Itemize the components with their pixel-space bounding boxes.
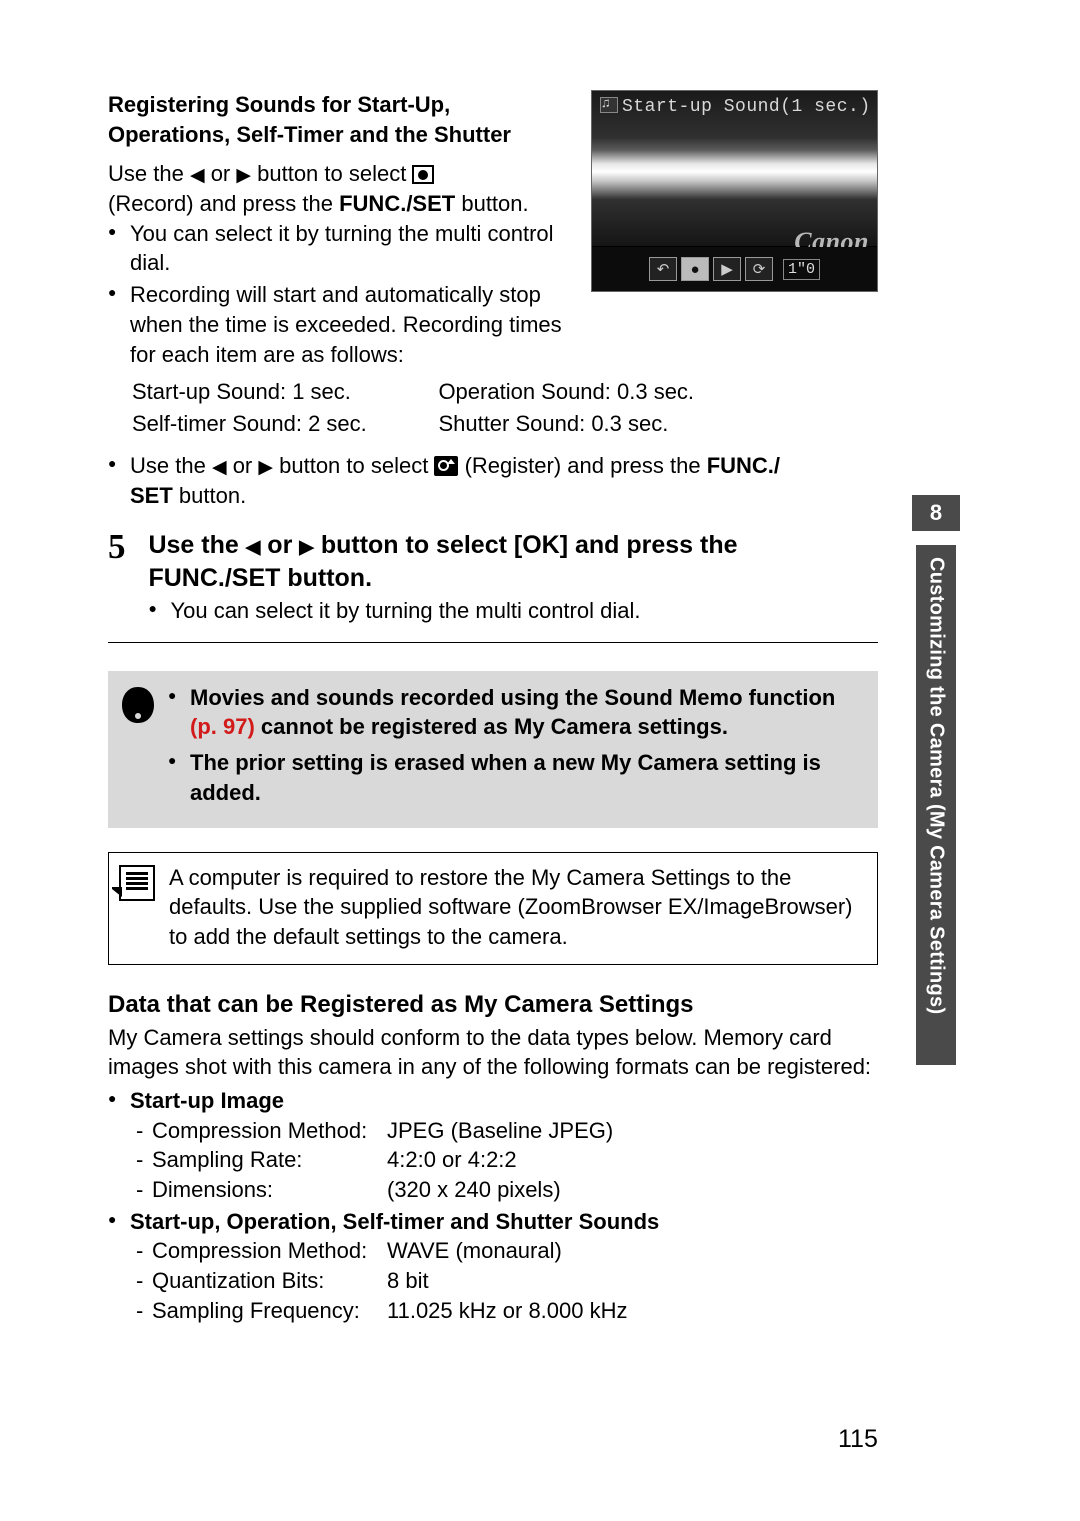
text: or <box>211 161 237 186</box>
spec-value: JPEG (Baseline JPEG) <box>387 1116 613 1146</box>
cell-operation-sound: Operation Sound: 0.3 sec. <box>438 377 768 407</box>
recording-times-table: Start-up Sound: 1 sec. Operation Sound: … <box>130 375 770 441</box>
chapter-tab: 8 Customizing the Camera (My Camera Sett… <box>912 0 960 1080</box>
right-arrow-icon: ▶ <box>299 535 314 561</box>
thumbnail-title-text: Start-up Sound(1 sec.) <box>622 97 871 117</box>
spec-sounds: Start-up, Operation, Self-timer and Shut… <box>130 1207 878 1326</box>
startup-image-heading: Start-up Image <box>130 1088 284 1113</box>
text: Movies and sounds recorded using the Sou… <box>190 685 835 710</box>
func-label-b: SET <box>130 483 173 508</box>
spec-label: Sampling Frequency: <box>152 1296 387 1326</box>
chapter-number: 8 <box>912 495 960 531</box>
spec-value: WAVE (monaural) <box>387 1236 562 1266</box>
text: or <box>233 453 259 478</box>
bullet-multi-control-dial: You can select it by turning the multi c… <box>130 219 878 278</box>
spec-value: 4:2:0 or 4:2:2 <box>387 1145 517 1175</box>
text: button. <box>173 483 246 508</box>
spec-label: Sampling Rate: <box>152 1145 387 1175</box>
left-arrow-icon: ◀ <box>190 163 205 189</box>
func-label-a: FUNC./ <box>707 453 780 478</box>
divider <box>108 642 878 643</box>
right-arrow-icon: ▶ <box>236 163 251 189</box>
data-section-intro: My Camera settings should conform to the… <box>108 1023 878 1082</box>
note-document-icon <box>119 865 155 901</box>
text: cannot be registered as My Camera settin… <box>255 714 728 739</box>
cell-startup-sound: Start-up Sound: 1 sec. <box>132 377 436 407</box>
left-arrow-icon: ◀ <box>246 535 261 561</box>
exclamation-icon <box>118 685 158 725</box>
text: Use the <box>108 161 190 186</box>
text: button to select <box>257 161 412 186</box>
spec-value: 11.025 kHz or 8.000 kHz <box>387 1296 628 1326</box>
spec-label: Quantization Bits: <box>152 1266 387 1296</box>
right-arrow-icon: ▶ <box>258 455 273 481</box>
sounds-heading: Start-up, Operation, Self-timer and Shut… <box>130 1209 659 1234</box>
cell-selftimer-sound: Self-timer Sound: 2 sec. <box>132 409 436 439</box>
spec-value: (320 x 240 pixels) <box>387 1175 561 1205</box>
step-5-bullets: You can select it by turning the multi c… <box>148 596 868 626</box>
register-bullet: Use the ◀ or ▶ button to select (Registe… <box>108 451 878 510</box>
left-arrow-icon: ◀ <box>212 455 227 481</box>
note-line-1: Movies and sounds recorded using the Sou… <box>190 683 864 742</box>
sound-icon <box>600 97 618 113</box>
text: or <box>267 531 299 559</box>
instruction-bullets: You can select it by turning the multi c… <box>108 219 878 369</box>
page-reference-link[interactable]: (p. 97) <box>190 714 255 739</box>
bullet-multi-control-dial-2: You can select it by turning the multi c… <box>170 596 868 626</box>
text: button to select <box>279 453 434 478</box>
text: Use the <box>130 453 212 478</box>
text: (Register) and press the <box>465 453 707 478</box>
text: button. <box>455 191 528 216</box>
spec-label: Compression Method: <box>152 1236 387 1266</box>
funcset-label: FUNC./SET <box>339 191 455 216</box>
manual-page: 8 Customizing the Camera (My Camera Sett… <box>0 0 1080 1521</box>
step-5: 5 Use the ◀ or ▶ button to select [OK] a… <box>108 529 878 628</box>
chapter-title: Customizing the Camera (My Camera Settin… <box>916 545 956 1065</box>
data-section-heading: Data that can be Registered as My Camera… <box>108 991 878 1019</box>
thumbnail-title: Start-up Sound(1 sec.) <box>600 97 871 117</box>
record-button-icon <box>412 165 434 184</box>
info-text: A computer is required to restore the My… <box>169 865 853 949</box>
bullet-recording-times: Recording will start and automatically s… <box>130 280 878 369</box>
step-5-title: Use the ◀ or ▶ button to select [OK] and… <box>148 529 868 597</box>
step-number: 5 <box>108 529 138 564</box>
bullet-register: Use the ◀ or ▶ button to select (Registe… <box>130 451 878 510</box>
spec-value: 8 bit <box>387 1266 429 1296</box>
note-line-2: The prior setting is erased when a new M… <box>190 748 864 807</box>
caution-note: Movies and sounds recorded using the Sou… <box>108 671 878 828</box>
text: Use the <box>148 531 245 559</box>
register-button-icon <box>434 456 458 476</box>
page-number: 115 <box>838 1425 878 1454</box>
info-note: A computer is required to restore the My… <box>108 852 878 965</box>
spec-startup-image: Start-up Image Compression Method:JPEG (… <box>130 1086 878 1205</box>
spec-label: Compression Method: <box>152 1116 387 1146</box>
cell-shutter-sound: Shutter Sound: 0.3 sec. <box>438 409 768 439</box>
spec-list: Start-up Image Compression Method:JPEG (… <box>108 1086 878 1326</box>
spec-label: Dimensions: <box>152 1175 387 1205</box>
text: (Record) and press the <box>108 191 339 216</box>
